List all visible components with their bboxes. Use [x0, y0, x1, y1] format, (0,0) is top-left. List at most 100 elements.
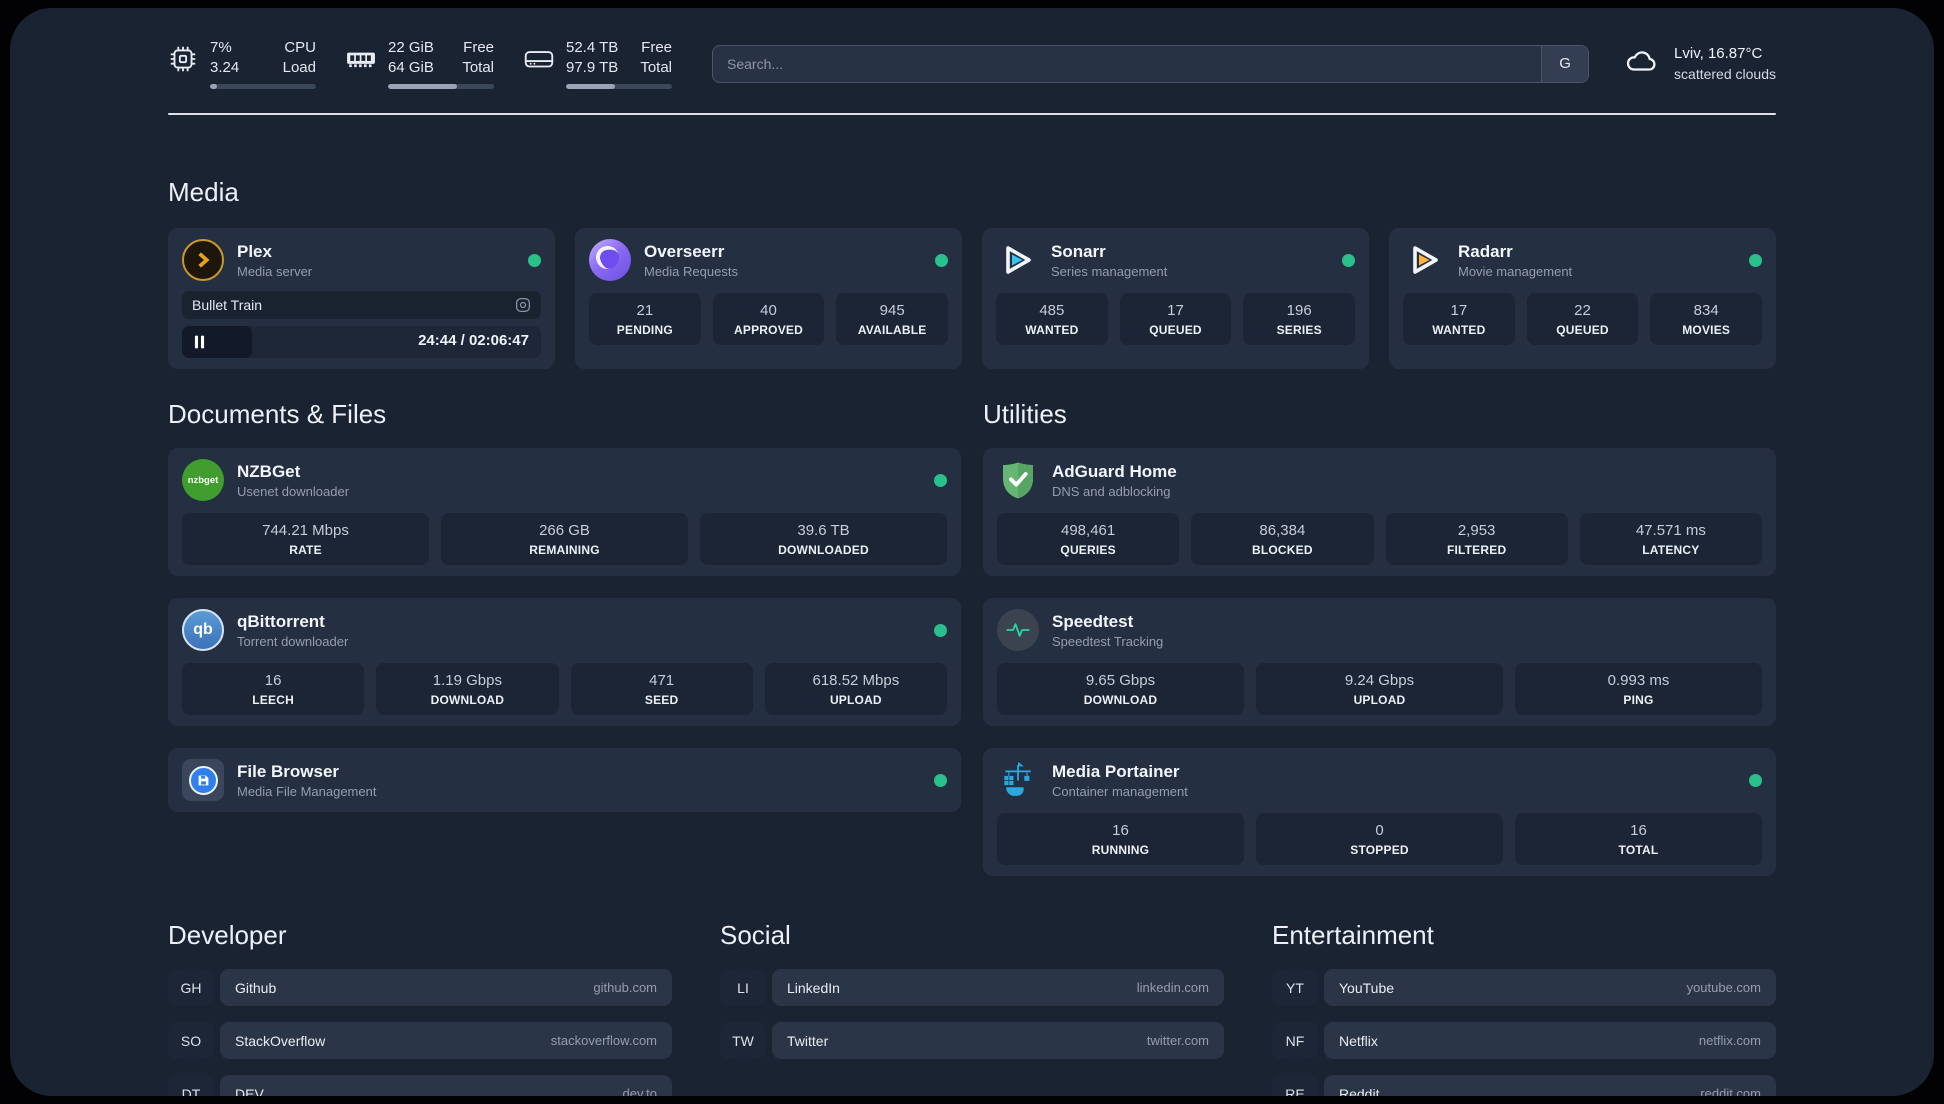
stat-value: 17 [1450, 302, 1468, 319]
portainer-icon [997, 759, 1039, 801]
bookmark-abbr: SO [168, 1022, 214, 1059]
bookmark-abbr: YT [1272, 969, 1318, 1006]
cloud-icon [1621, 44, 1661, 83]
stat-value: 17 [1167, 302, 1184, 319]
stat-tile: 16 LEECH [182, 663, 365, 715]
stat-label: PING [1623, 693, 1654, 707]
status-dot-online [528, 253, 541, 267]
stat-value: 16 [1630, 822, 1647, 839]
service-title: NZBGet [237, 462, 301, 481]
service-subtitle: Media server [237, 264, 313, 279]
bookmark-linkedin[interactable]: LI LinkedIn linkedin.com [720, 969, 1224, 1006]
service-title: File Browser [237, 762, 340, 781]
header: 7% CPU 3.24 Load 22 GiB Free 64 GiB Tota… [168, 38, 1776, 89]
stat-value: 498,461 [1061, 522, 1116, 539]
service-title: qBittorrent [237, 612, 325, 631]
status-dot-online [935, 253, 948, 267]
service-card-plex[interactable]: Plex Media server Bullet Train 24:44 / 0… [168, 228, 555, 369]
stat-tile: 17 WANTED [1403, 293, 1515, 345]
search-input[interactable] [713, 45, 1542, 82]
stat-tile: 17 QUEUED [1119, 293, 1232, 345]
stat-value: 196 [1286, 302, 1312, 319]
service-card-overseerr[interactable]: Overseerr Media Requests 21 PENDING 40 A… [575, 228, 962, 369]
memory-free-value: 22 GiB [388, 39, 434, 56]
stat-label: DOWNLOADED [778, 543, 869, 557]
memory-free-label: Free [463, 39, 494, 56]
service-card-radarr[interactable]: Radarr Movie management 17 WANTED 22 QUE… [1389, 228, 1776, 369]
service-title: Speedtest [1052, 612, 1134, 631]
bookmark-github[interactable]: GH Github github.com [168, 969, 672, 1006]
weather-condition: scattered clouds [1674, 65, 1776, 82]
stat-value: 471 [649, 672, 675, 689]
bookmark-netflix[interactable]: NF Netflix netflix.com [1272, 1022, 1776, 1059]
service-card-adguard[interactable]: AdGuard Home DNS and adblocking 498,461 … [983, 448, 1776, 576]
stat-label: SERIES [1276, 323, 1322, 337]
resource-widgets: 7% CPU 3.24 Load 22 GiB Free 64 GiB Tota… [168, 38, 672, 89]
stat-value: 22 [1574, 302, 1591, 319]
stat-tile: 1.19 Gbps DOWNLOAD [376, 663, 559, 715]
stat-label: STOPPED [1350, 843, 1409, 857]
bookmark-name: Github [235, 979, 277, 996]
bookmark-abbr: NF [1272, 1022, 1318, 1059]
stat-value: 39.6 TB [797, 522, 850, 539]
bookmark-twitter[interactable]: TW Twitter twitter.com [720, 1022, 1224, 1059]
cpu-usage-bar-fill [210, 84, 218, 89]
bookmark-abbr: RE [1272, 1075, 1318, 1096]
search-provider-button[interactable]: G [1541, 45, 1589, 82]
section-title-entertainment: Entertainment [1272, 920, 1434, 950]
service-subtitle: Media File Management [237, 784, 377, 799]
stat-label: AVAILABLE [857, 323, 927, 337]
cpu-load-value: 3.24 [210, 59, 240, 76]
bookmark-name: YouTube [1339, 979, 1395, 996]
pause-icon [194, 335, 205, 354]
service-subtitle: Container management [1052, 784, 1188, 799]
bookmark-name: DEV [235, 1085, 264, 1097]
stat-label: QUEUED [1556, 323, 1609, 337]
service-card-nzbget[interactable]: nzbget NZBGet Usenet downloader 744.21 M… [168, 448, 961, 576]
bookmark-name: Netflix [1339, 1032, 1378, 1049]
stat-label: APPROVED [734, 323, 803, 337]
service-card-qbittorrent[interactable]: qb qBittorrent Torrent downloader 16 LEE… [168, 598, 961, 726]
stat-tile: 9.65 Gbps DOWNLOAD [997, 663, 1244, 715]
now-playing-title-row: Bullet Train [182, 291, 541, 319]
bookmark-youtube[interactable]: YT YouTube youtube.com [1272, 969, 1776, 1006]
overseerr-icon [589, 239, 631, 281]
memory-total-value: 64 GiB [388, 59, 434, 76]
service-title: Plex [237, 242, 272, 261]
stat-tile: 40 APPROVED [712, 293, 825, 345]
bookmark-group-developer: Developer GH Github github.com SO StackO… [168, 920, 672, 1096]
stat-tile: 945 AVAILABLE [836, 293, 949, 345]
bookmark-url: dev.to [622, 1086, 657, 1096]
memory-total-label: Total [462, 59, 494, 76]
bookmark-url: stackoverflow.com [550, 1033, 657, 1048]
bookmark-dev[interactable]: DT DEV dev.to [168, 1075, 672, 1096]
memory-icon [346, 44, 376, 74]
service-card-portainer[interactable]: Media Portainer Container management 16 … [983, 748, 1776, 876]
speedtest-icon [997, 609, 1039, 651]
stat-tile: 2,953 FILTERED [1385, 513, 1568, 565]
bookmark-name: LinkedIn [787, 979, 840, 996]
section-title-social: Social [720, 920, 791, 950]
service-card-sonarr[interactable]: Sonarr Series management 485 WANTED 17 Q… [982, 228, 1369, 369]
stat-label: WANTED [1025, 323, 1079, 337]
status-dot-online [934, 623, 947, 637]
stat-tile: 744.21 Mbps RATE [182, 513, 429, 565]
stat-value: 744.21 Mbps [262, 522, 349, 539]
service-card-filebrowser[interactable]: File Browser Media File Management [168, 748, 961, 812]
now-playing-progress-fill [182, 326, 252, 358]
stat-label: QUEUED [1149, 323, 1202, 337]
bookmark-url: github.com [593, 980, 657, 995]
service-card-speedtest[interactable]: Speedtest Speedtest Tracking 9.65 Gbps D… [983, 598, 1776, 726]
bookmark-url: twitter.com [1146, 1033, 1209, 1048]
bookmark-abbr: LI [720, 969, 766, 1006]
stat-label: LEECH [252, 693, 294, 707]
stat-tile: 266 GB REMAINING [441, 513, 688, 565]
stat-label: MOVIES [1682, 323, 1731, 337]
view-toggle-icon [515, 297, 531, 313]
section-title-developer: Developer [168, 920, 287, 950]
nzbget-icon: nzbget [182, 459, 224, 501]
bookmark-reddit[interactable]: RE Reddit reddit.com [1272, 1075, 1776, 1096]
bookmark-stackoverflow[interactable]: SO StackOverflow stackoverflow.com [168, 1022, 672, 1059]
disk-usage-bar [566, 84, 672, 89]
memory-widget: 22 GiB Free 64 GiB Total [346, 38, 494, 89]
